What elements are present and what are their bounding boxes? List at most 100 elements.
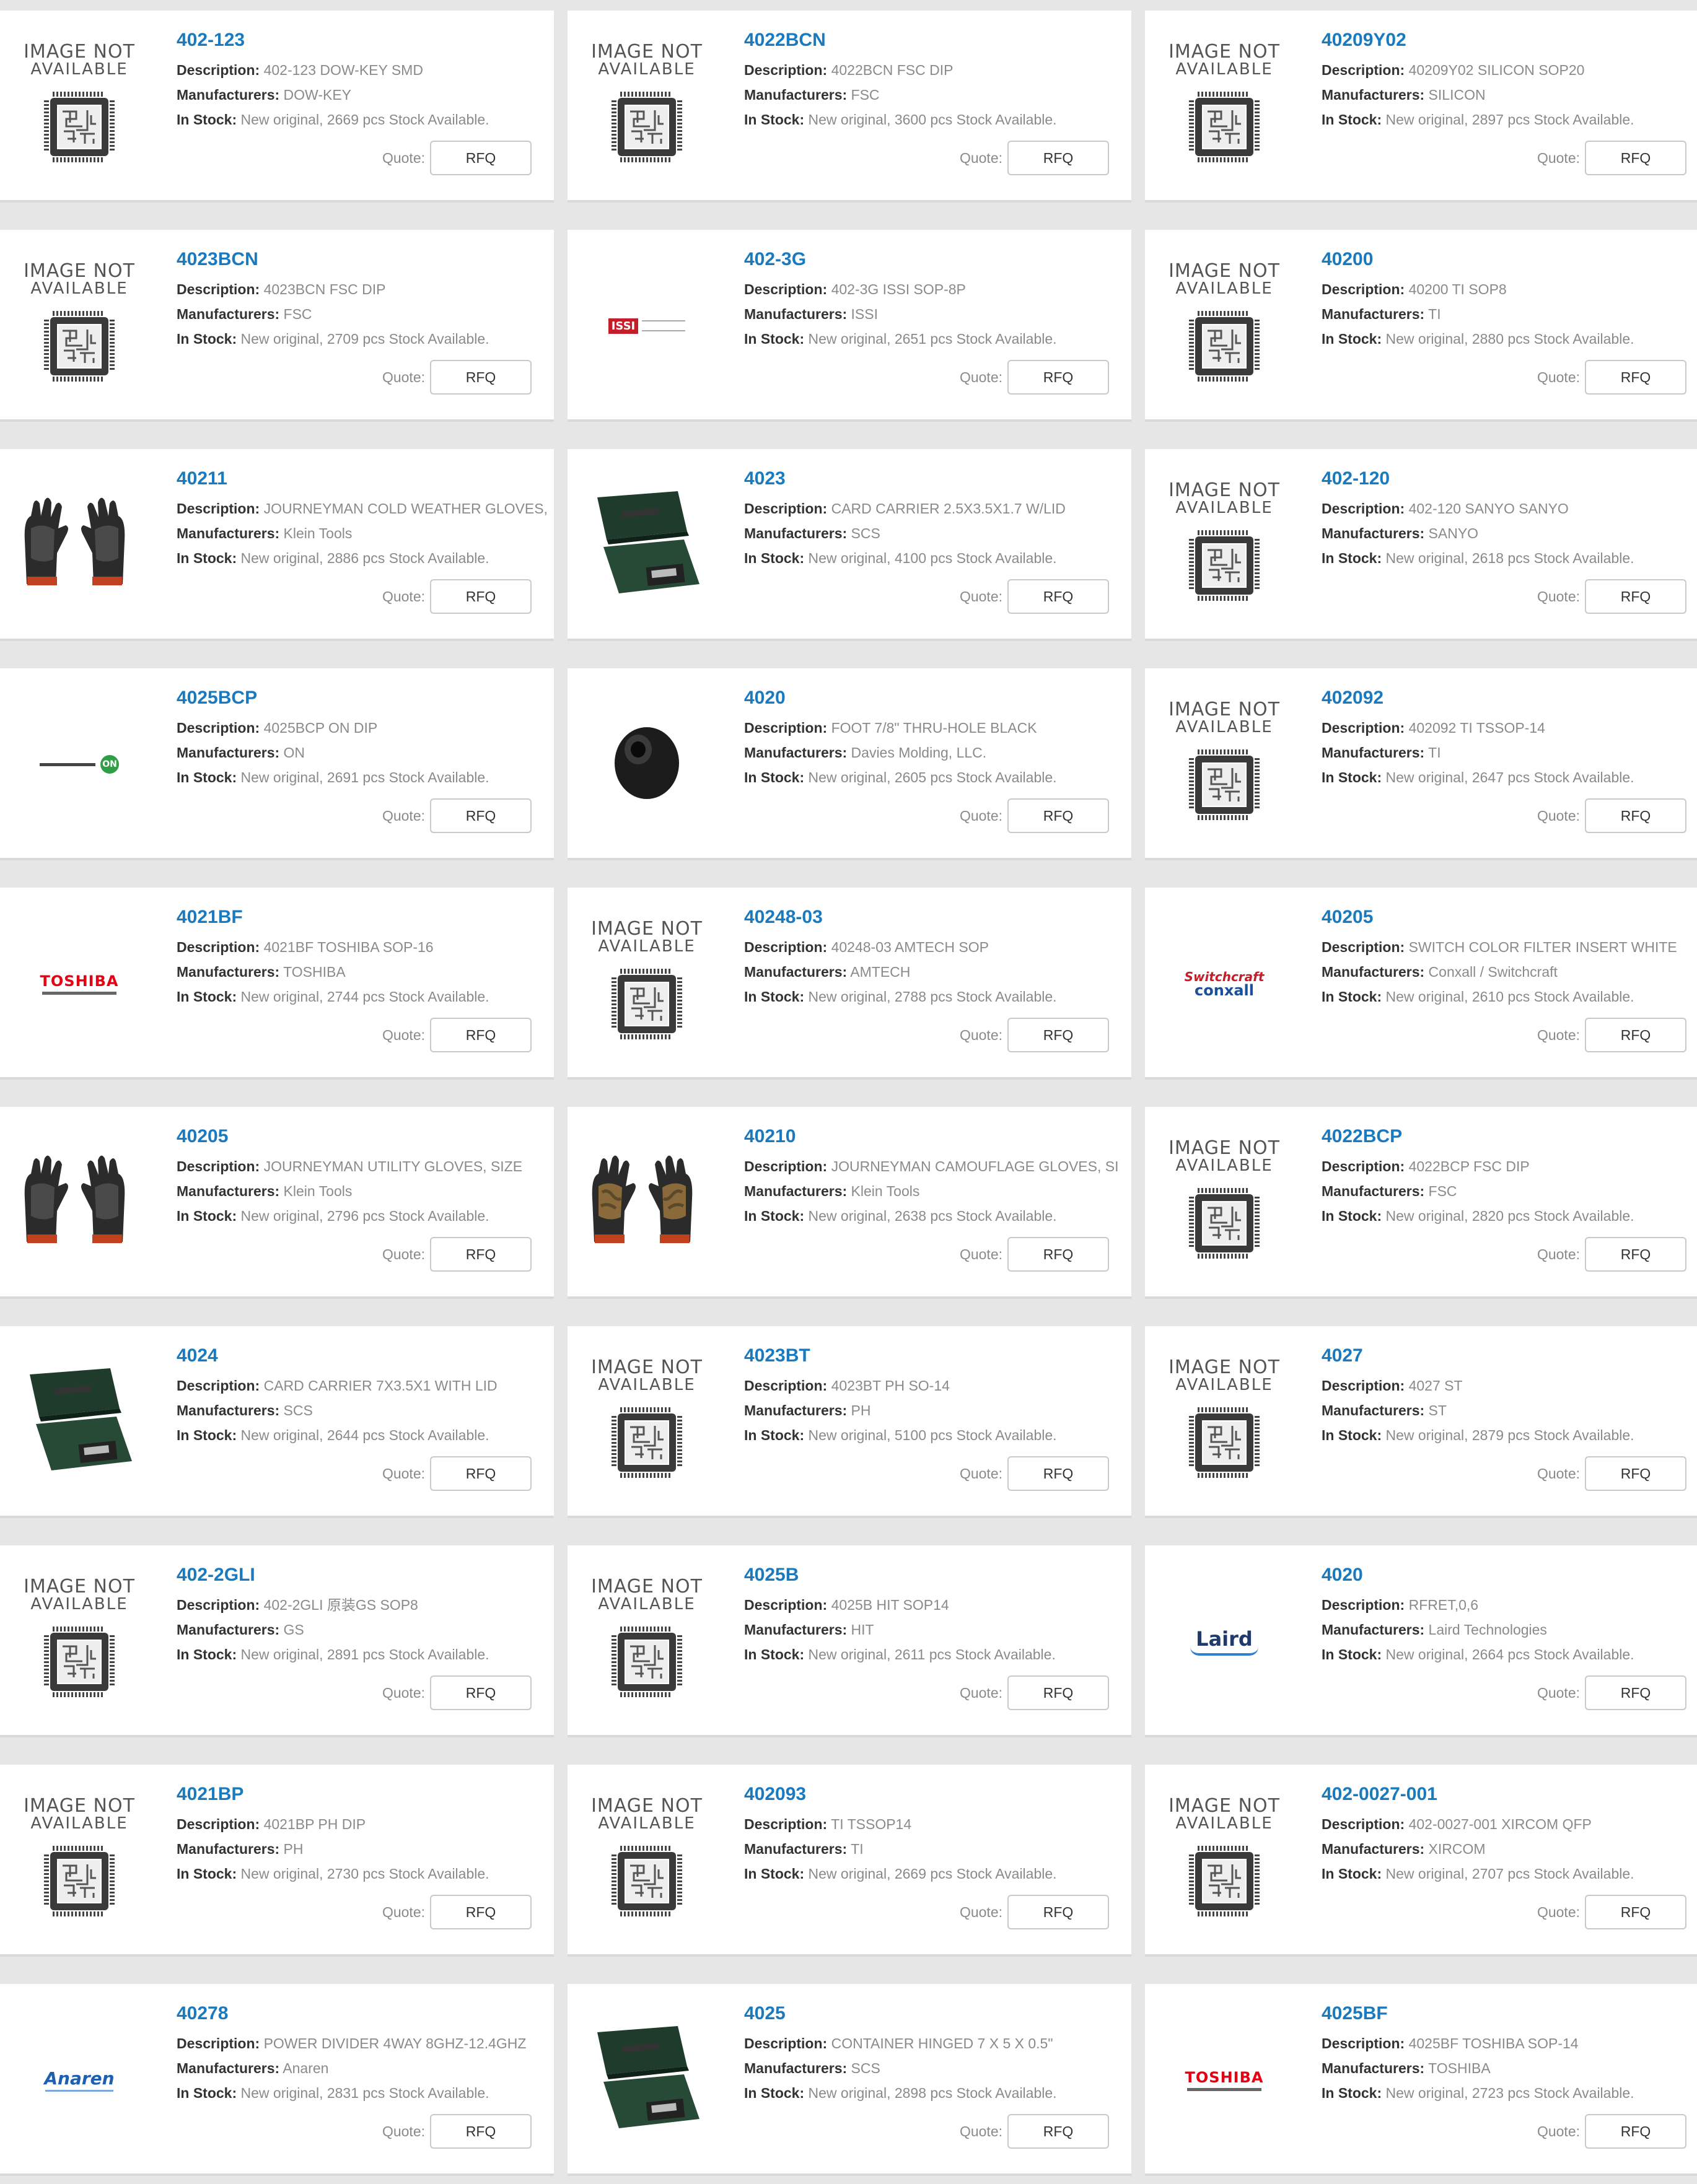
rfq-button[interactable]: RFQ: [1585, 2114, 1686, 2149]
product-image[interactable]: [9, 1351, 150, 1493]
part-number-link[interactable]: 402-123: [177, 29, 554, 51]
description-value: POWER DIVIDER 4WAY 8GHZ-12.4GHZ: [263, 2035, 527, 2051]
description-row: Description: 40209Y02 SILICON SOP20: [1322, 58, 1697, 82]
part-number-link[interactable]: 402-0027-001: [1322, 1783, 1697, 1806]
part-number-link[interactable]: 4023: [744, 468, 1131, 490]
part-number-link[interactable]: 4025B: [744, 1564, 1131, 1586]
product-image[interactable]: ISSI: [576, 255, 717, 397]
part-number-link[interactable]: 4021BF: [177, 906, 554, 928]
rfq-button[interactable]: RFQ: [1585, 1456, 1686, 1491]
part-number-link[interactable]: 4023BT: [744, 1345, 1131, 1367]
rfq-button[interactable]: RFQ: [1585, 579, 1686, 614]
chip-icon: [39, 306, 120, 390]
rfq-button[interactable]: RFQ: [430, 1237, 532, 1272]
product-image[interactable]: IMAGE NOT AVAILABLE: [1154, 1789, 1295, 1932]
part-number-link[interactable]: 4022BCP: [1322, 1125, 1697, 1148]
product-image[interactable]: IMAGE NOT AVAILABLE: [1154, 255, 1295, 397]
rfq-button[interactable]: RFQ: [1585, 1675, 1686, 1710]
product-image[interactable]: IMAGE NOT AVAILABLE: [9, 1789, 150, 1932]
rfq-button[interactable]: RFQ: [1007, 2114, 1109, 2149]
product-image[interactable]: ON: [9, 693, 150, 836]
part-number-link[interactable]: 4024: [177, 1345, 554, 1367]
part-number-link[interactable]: 402-3G: [744, 248, 1131, 271]
product-image[interactable]: IMAGE NOT AVAILABLE: [576, 1789, 717, 1932]
part-number-link[interactable]: 4023BCN: [177, 248, 554, 271]
part-number-link[interactable]: 4021BP: [177, 1783, 554, 1806]
product-image[interactable]: IMAGE NOT AVAILABLE: [576, 1570, 717, 1713]
rfq-button[interactable]: RFQ: [1007, 1895, 1109, 1929]
rfq-button[interactable]: RFQ: [1007, 1018, 1109, 1052]
manufacturer-row: Manufacturers: ISSI: [744, 302, 1131, 326]
product-image[interactable]: IMAGE NOT AVAILABLE: [9, 35, 150, 178]
quote-label: Quote:: [959, 1903, 1002, 1920]
product-image[interactable]: IMAGE NOT AVAILABLE: [576, 1351, 717, 1493]
product-image[interactable]: [576, 1132, 717, 1274]
description-row: Description: 402-3G ISSI SOP-8P: [744, 277, 1131, 302]
part-number-link[interactable]: 4020: [1322, 1564, 1697, 1586]
stock-label: In Stock:: [744, 989, 805, 1005]
rfq-button[interactable]: RFQ: [1585, 1237, 1686, 1272]
part-number-link[interactable]: 40248-03: [744, 906, 1131, 928]
part-number-link[interactable]: 402092: [1322, 687, 1697, 709]
product-image[interactable]: IMAGE NOT AVAILABLE: [1154, 474, 1295, 616]
manufacturer-row: Manufacturers: TOSHIBA: [177, 959, 554, 984]
rfq-button[interactable]: RFQ: [430, 579, 532, 614]
rfq-button[interactable]: RFQ: [1007, 141, 1109, 175]
product-image[interactable]: [576, 474, 717, 616]
rfq-button[interactable]: RFQ: [1007, 1456, 1109, 1491]
product-image[interactable]: Anaren: [9, 2009, 150, 2151]
product-info: 402-123 Description: 402-123 DOW-KEY SMD…: [177, 29, 554, 132]
product-image[interactable]: Switchcraft conxall: [1154, 912, 1295, 1055]
rfq-button[interactable]: RFQ: [1585, 360, 1686, 395]
rfq-button[interactable]: RFQ: [1585, 798, 1686, 833]
rfq-button[interactable]: RFQ: [430, 1456, 532, 1491]
product-image[interactable]: Laird: [1154, 1570, 1295, 1713]
product-image[interactable]: TOSHIBA: [1154, 2009, 1295, 2151]
part-number-link[interactable]: 402-2GLI: [177, 1564, 554, 1586]
rfq-button[interactable]: RFQ: [430, 1018, 532, 1052]
rfq-button[interactable]: RFQ: [430, 798, 532, 833]
product-image[interactable]: TOSHIBA: [9, 912, 150, 1055]
part-number-link[interactable]: 402093: [744, 1783, 1131, 1806]
product-image[interactable]: [576, 2009, 717, 2151]
part-number-link[interactable]: 402-120: [1322, 468, 1697, 490]
part-number-link[interactable]: 4020: [744, 687, 1131, 709]
rfq-button[interactable]: RFQ: [1007, 1675, 1109, 1710]
product-image[interactable]: IMAGE NOT AVAILABLE: [1154, 693, 1295, 836]
part-number-link[interactable]: 40278: [177, 2003, 554, 2025]
part-number-link[interactable]: 4027: [1322, 1345, 1697, 1367]
product-image[interactable]: IMAGE NOT AVAILABLE: [1154, 35, 1295, 178]
part-number-link[interactable]: 4025BCP: [177, 687, 554, 709]
part-number-link[interactable]: 40205: [177, 1125, 554, 1148]
rfq-button[interactable]: RFQ: [430, 1675, 532, 1710]
product-image[interactable]: IMAGE NOT AVAILABLE: [576, 912, 717, 1055]
rfq-button[interactable]: RFQ: [430, 1895, 532, 1929]
product-image[interactable]: IMAGE NOT AVAILABLE: [9, 255, 150, 397]
product-image[interactable]: [9, 1132, 150, 1274]
rfq-button[interactable]: RFQ: [430, 360, 532, 395]
product-image[interactable]: IMAGE NOT AVAILABLE: [1154, 1351, 1295, 1493]
product-image[interactable]: IMAGE NOT AVAILABLE: [9, 1570, 150, 1713]
part-number-link[interactable]: 40211: [177, 468, 554, 490]
rfq-button[interactable]: RFQ: [430, 2114, 532, 2149]
rfq-button[interactable]: RFQ: [1007, 579, 1109, 614]
product-image[interactable]: [9, 474, 150, 616]
rfq-button[interactable]: RFQ: [1007, 1237, 1109, 1272]
part-number-link[interactable]: 4025: [744, 2003, 1131, 2025]
rfq-button[interactable]: RFQ: [1585, 1895, 1686, 1929]
rfq-button[interactable]: RFQ: [1585, 1018, 1686, 1052]
rfq-button[interactable]: RFQ: [1007, 798, 1109, 833]
part-number-link[interactable]: 4025BF: [1322, 2003, 1697, 2025]
rfq-button[interactable]: RFQ: [430, 141, 532, 175]
part-number-link[interactable]: 40209Y02: [1322, 29, 1697, 51]
product-image[interactable]: [576, 693, 717, 836]
part-number-link[interactable]: 4022BCN: [744, 29, 1131, 51]
part-number-link[interactable]: 40205: [1322, 906, 1697, 928]
rfq-button[interactable]: RFQ: [1007, 360, 1109, 395]
product-image[interactable]: IMAGE NOT AVAILABLE: [576, 35, 717, 178]
rfq-button[interactable]: RFQ: [1585, 141, 1686, 175]
product-image[interactable]: IMAGE NOT AVAILABLE: [1154, 1132, 1295, 1274]
part-number-link[interactable]: 40200: [1322, 248, 1697, 271]
part-number-link[interactable]: 40210: [744, 1125, 1131, 1148]
description-value: CONTAINER HINGED 7 X 5 X 0.5": [831, 2035, 1053, 2051]
